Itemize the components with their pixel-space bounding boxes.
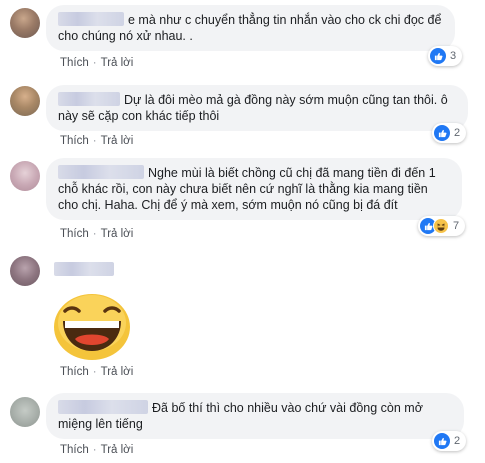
comment-actions: Thích · Trả lời — [60, 135, 133, 147]
haha-reaction-icon — [433, 218, 449, 234]
reaction-summary[interactable]: 2 — [432, 123, 467, 143]
like-reaction-icon — [434, 433, 450, 449]
reaction-count: 2 — [454, 435, 461, 447]
comment-actions: Thích · Trả lời — [60, 444, 133, 456]
reply-link[interactable]: Trả lời — [101, 57, 134, 69]
reaction-summary[interactable]: 2 — [432, 431, 467, 451]
separator: · — [92, 366, 97, 378]
avatar[interactable] — [10, 256, 40, 286]
like-link[interactable]: Thích — [60, 228, 89, 240]
commenter-name[interactable] — [58, 400, 148, 414]
separator: · — [92, 444, 97, 456]
comment-bubble: Dự là đôi mèo mả gà đồng này sớm muộn cũ… — [46, 85, 468, 131]
reaction-count: 7 — [453, 220, 460, 232]
avatar[interactable] — [10, 8, 40, 38]
commenter-name[interactable] — [58, 12, 124, 26]
reaction-summary[interactable]: 3 — [428, 46, 463, 66]
comment-bubble: e mà như c chuyển thẳng tin nhắn vào cho… — [46, 5, 455, 51]
separator: · — [92, 135, 97, 147]
separator: · — [92, 57, 97, 69]
commenter-name-bubble — [46, 258, 118, 280]
like-reaction-icon — [430, 48, 446, 64]
like-link[interactable]: Thích — [60, 135, 89, 147]
avatar[interactable] — [10, 86, 40, 116]
commenter-name[interactable] — [58, 92, 120, 106]
like-link[interactable]: Thích — [60, 57, 89, 69]
reply-link[interactable]: Trả lời — [101, 228, 134, 240]
like-link[interactable]: Thích — [60, 366, 89, 378]
avatar[interactable] — [10, 397, 40, 427]
reply-link[interactable]: Trả lời — [101, 444, 134, 456]
comment-actions: Thích · Trả lời — [60, 228, 133, 240]
comment-bubble: Nghe mùi là biết chồng cũ chị đã mang ti… — [46, 158, 462, 220]
comment-actions: Thích · Trả lời — [60, 57, 133, 69]
reply-link[interactable]: Trả lời — [101, 366, 134, 378]
comment-bubble: Đã bố thí thì cho nhiều vào chứ vài đồng… — [46, 393, 464, 439]
reaction-summary[interactable]: 7 — [418, 216, 466, 236]
reply-link[interactable]: Trả lời — [101, 135, 134, 147]
laughing-face-sticker — [51, 291, 133, 366]
avatar[interactable] — [10, 161, 40, 191]
reaction-count: 3 — [450, 50, 457, 62]
reaction-count: 2 — [454, 127, 461, 139]
separator: · — [92, 228, 97, 240]
like-reaction-icon — [434, 125, 450, 141]
commenter-name[interactable] — [58, 165, 144, 179]
like-link[interactable]: Thích — [60, 444, 89, 456]
comment-actions: Thích · Trả lời — [60, 366, 133, 378]
commenter-name[interactable] — [54, 262, 114, 276]
